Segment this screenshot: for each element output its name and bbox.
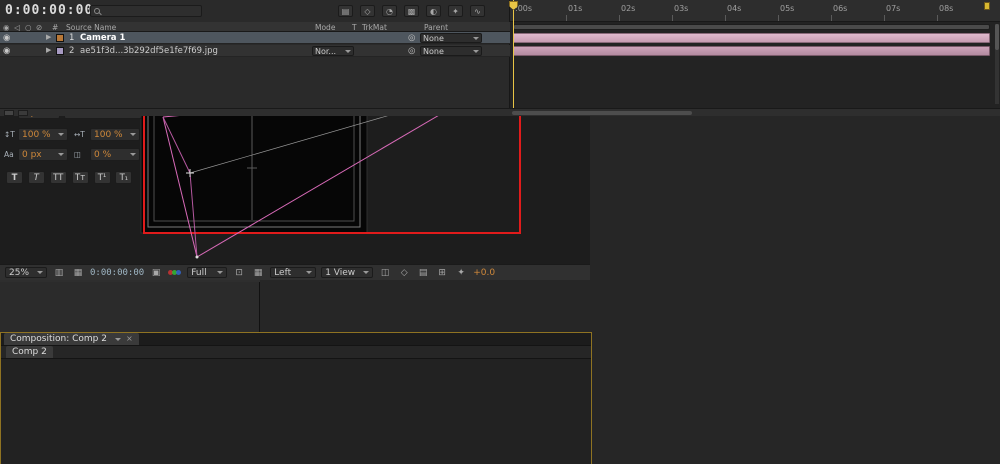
faux-italic-button[interactable]: T — [27, 171, 45, 184]
comp-mini-flowchart-icon[interactable]: ▤ — [338, 5, 353, 17]
comp-subtabs: Comp 2 — [1, 346, 591, 359]
parent-select[interactable]: None — [420, 46, 482, 56]
comp-end-marker — [984, 2, 990, 10]
snapshot-icon[interactable]: ▣ — [149, 268, 163, 278]
layer-name[interactable]: ae51f3d...3b292df5e1fe7f69.jpg — [80, 46, 250, 56]
layer-index: 1 — [69, 33, 75, 43]
draft-3d-icon[interactable]: ◇ — [360, 5, 375, 17]
layer-duration-bar-footage[interactable] — [513, 46, 990, 56]
layer-columns-header: ◉ ◁ ○ ⊘ # Source Name Mode T TrkMat Pare… — [0, 22, 510, 32]
view-layout-select[interactable]: 1 View — [321, 267, 374, 278]
ruler-label: 02s — [621, 4, 636, 13]
subscript-button[interactable]: T₁ — [115, 171, 133, 184]
hide-shy-layers-icon[interactable]: ◔ — [382, 5, 397, 17]
layer-duration-bar-camera[interactable] — [513, 33, 990, 43]
twirl-icon[interactable]: ▶ — [46, 46, 51, 54]
baseline-shift-select[interactable]: 0 px — [18, 148, 68, 161]
timeline-vertical-scrollbar[interactable] — [995, 24, 999, 104]
column-mode[interactable]: Mode — [315, 23, 335, 32]
comp-tab-comp2[interactable]: Comp 2 — [6, 346, 53, 358]
eye-icon[interactable]: ◉ — [3, 33, 10, 43]
ruler-label: 08s — [939, 4, 954, 13]
ruler-label: 05s — [780, 4, 795, 13]
audio-icon: ◁ — [14, 23, 20, 32]
close-icon[interactable]: × — [126, 335, 133, 343]
vertical-scale-select[interactable]: 100 % — [18, 128, 68, 141]
column-index[interactable]: # — [52, 23, 58, 32]
comp-flowchart-icon[interactable]: ⊞ — [435, 268, 449, 278]
column-trkmat[interactable]: TrkMat — [362, 23, 387, 32]
graph-editor-icon[interactable]: ∿ — [470, 5, 485, 17]
pickwhip-icon[interactable]: ◎ — [408, 33, 415, 43]
time-ruler[interactable]: :00s 01s 02s 03s 04s 05s 06s 07s 08s — [510, 0, 1000, 22]
horizontal-scale-icon: ↔T — [74, 130, 85, 139]
frame-blending-icon[interactable]: ▩ — [404, 5, 419, 17]
exposure-value[interactable]: +0.0 — [473, 268, 495, 278]
timeline-left-pane: 0:00:00:00 ▤ ◇ ◔ ▩ ◐ ✦ ∿ ◉ ◁ ○ ⊘ # Sourc… — [0, 0, 510, 116]
column-source-name[interactable]: Source Name — [66, 23, 116, 32]
composition-panel: Composition: Comp 2 × Comp 2 25% ▥ ▦ 0:0… — [0, 26, 592, 464]
composition-panel-tabs: Composition: Comp 2 × — [1, 333, 591, 346]
motion-blur-icon[interactable]: ◐ — [426, 5, 441, 17]
transparency-grid-icon[interactable]: ▦ — [251, 268, 265, 278]
layer-row-camera[interactable]: ◉ ▶ 1 Camera 1 ◎ None — [0, 32, 510, 44]
search-icon — [94, 8, 100, 14]
faux-bold-button[interactable]: T — [6, 171, 23, 184]
frustum-handle[interactable] — [195, 255, 199, 259]
ruler-label: 07s — [886, 4, 901, 13]
playhead-line[interactable] — [513, 0, 514, 108]
timeline-horizontal-scrollbar[interactable] — [512, 111, 692, 115]
show-channel-icon[interactable] — [168, 268, 182, 278]
baseline-shift-icon: Aa — [4, 150, 14, 159]
resolution-select[interactable]: Full — [187, 267, 228, 278]
layer-row-footage[interactable]: ◉ ▶ 2 ae51f3d...3b292df5e1fe7f69.jpg Nor… — [0, 45, 510, 57]
pixel-aspect-correction-icon[interactable]: ◫ — [378, 268, 392, 278]
tsume-select[interactable]: 0 % — [90, 148, 140, 161]
ruler-label: 04s — [727, 4, 742, 13]
eye-icon[interactable]: ◉ — [3, 46, 10, 56]
ruler-label: 01s — [568, 4, 583, 13]
3d-view-select[interactable]: Left — [270, 267, 317, 278]
label-chip[interactable] — [56, 47, 64, 55]
ruler-label: 06s — [833, 4, 848, 13]
reset-exposure-icon[interactable]: ✦ — [454, 268, 468, 278]
timeline-options-button[interactable] — [18, 110, 28, 116]
solo-icon: ○ — [25, 23, 32, 32]
eye-icon: ◉ — [3, 23, 10, 32]
fast-previews-icon[interactable]: ◇ — [397, 268, 411, 278]
toggle-switches-button[interactable] — [4, 110, 14, 116]
horizontal-scale-select[interactable]: 100 % — [90, 128, 140, 141]
layer-name[interactable]: Camera 1 — [80, 33, 125, 43]
column-parent[interactable]: Parent — [424, 23, 448, 32]
column-t[interactable]: T — [352, 23, 357, 32]
ruler-label: 03s — [674, 4, 689, 13]
current-time-display[interactable]: 0:00:00:00 — [5, 3, 93, 18]
brainstorm-icon[interactable]: ✦ — [448, 5, 463, 17]
region-of-interest-icon[interactable]: ⊡ — [232, 268, 246, 278]
panel-menu-icon[interactable] — [114, 337, 121, 341]
superscript-button[interactable]: T¹ — [93, 171, 111, 184]
mini-timeline-icon[interactable]: ▤ — [416, 268, 430, 278]
after-effects-window: Ae Adobe After Effects - Untitled Projec… — [0, 0, 1000, 464]
vertical-scale-icon: ↕T — [4, 130, 15, 139]
label-chip[interactable] — [56, 34, 64, 42]
small-caps-button[interactable]: Tт — [71, 171, 89, 184]
timeline-search-input[interactable] — [110, 6, 198, 16]
pickwhip-icon[interactable]: ◎ — [408, 46, 415, 56]
tsume-icon: ◫ — [74, 150, 82, 159]
all-caps-button[interactable]: TT — [49, 171, 67, 184]
lock-icon: ⊘ — [36, 23, 43, 32]
blend-mode-select[interactable]: Nor... — [312, 46, 354, 56]
twirl-icon[interactable]: ▶ — [46, 33, 51, 41]
work-area-bar[interactable] — [513, 24, 990, 30]
tab-composition-comp2[interactable]: Composition: Comp 2 × — [4, 333, 139, 345]
timeline-search-box[interactable] — [90, 5, 202, 17]
layer-index: 2 — [69, 46, 75, 56]
parent-select[interactable]: None — [420, 33, 482, 43]
timeline-bottom-bar — [0, 108, 1000, 116]
timeline-track-area[interactable]: :00s 01s 02s 03s 04s 05s 06s 07s 08s — [509, 0, 1000, 116]
